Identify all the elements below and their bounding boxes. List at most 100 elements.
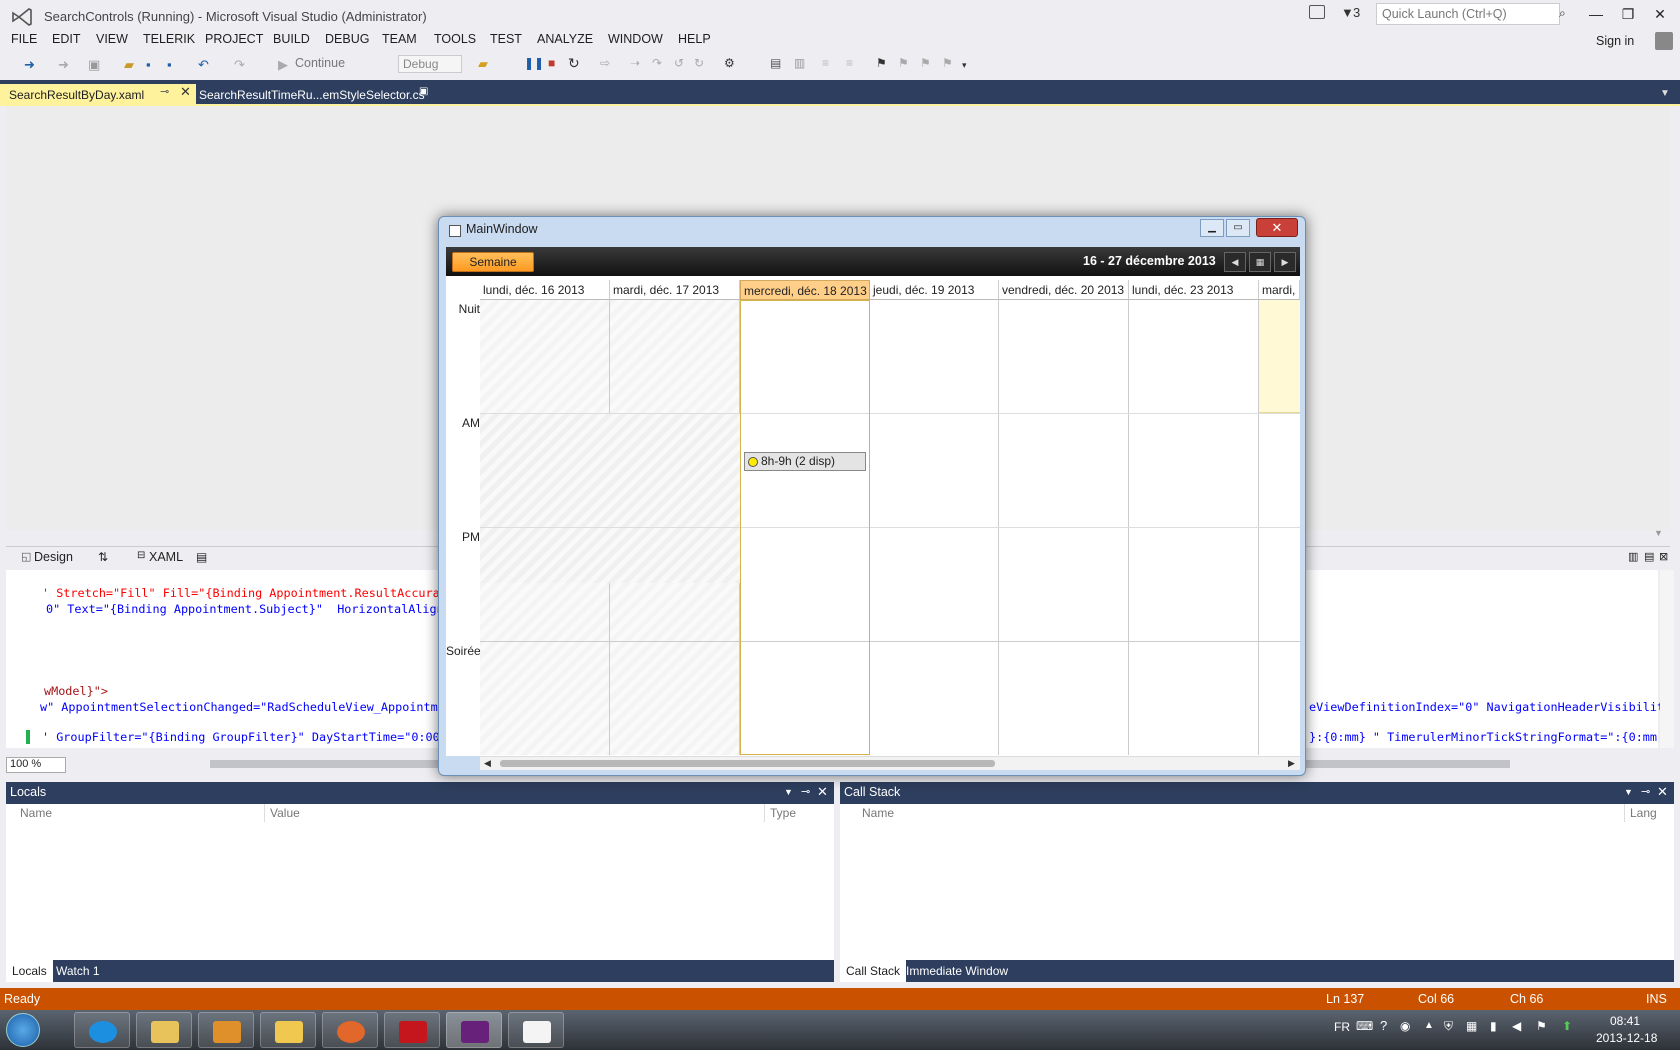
outdent-icon[interactable]: ≡ — [846, 56, 853, 70]
day-header[interactable]: lundi, déc. 23 2013 — [1129, 280, 1259, 300]
menu-project[interactable]: PROJECT — [205, 32, 263, 46]
vertical-split-icon[interactable]: ▥ — [1628, 550, 1638, 563]
day-header[interactable]: mardi, déc. 17 2013 — [610, 280, 740, 300]
previous-period-button[interactable]: ◀ — [1224, 252, 1246, 272]
feedback-filter-icon[interactable]: ▼ — [1341, 5, 1354, 20]
input-language[interactable]: FR — [1334, 1020, 1350, 1034]
appointment[interactable]: 8h-9h (2 disp) — [744, 452, 866, 471]
column-header-lang[interactable]: Lang — [1630, 806, 1657, 820]
day-header[interactable]: mardi, d — [1259, 280, 1300, 300]
help-icon[interactable]: ? — [1380, 1018, 1387, 1033]
menu-edit[interactable]: EDIT — [52, 32, 80, 46]
taskbar-internet-explorer[interactable] — [74, 1012, 130, 1048]
scroll-down-icon[interactable]: ▼ — [1654, 528, 1663, 538]
toolbar-overflow-icon[interactable]: ▾ — [962, 60, 967, 71]
redo-icon[interactable]: ↷ — [234, 56, 245, 74]
menu-team[interactable]: TEAM — [382, 32, 417, 46]
panel-dropdown-icon[interactable]: ▼ — [1624, 787, 1633, 797]
column-divider[interactable] — [764, 804, 765, 822]
tab-watch-1[interactable]: Watch 1 — [50, 960, 106, 982]
hex-display-icon[interactable]: ⚙ — [724, 56, 735, 70]
tab-call-stack[interactable]: Call Stack — [840, 960, 907, 982]
close-panel-icon[interactable]: ✕ — [1657, 784, 1668, 800]
taskbar-outlook[interactable] — [260, 1012, 316, 1048]
pin-icon[interactable]: ⊸ — [1641, 785, 1650, 798]
column-header-type[interactable]: Type — [770, 806, 796, 820]
pause-icon[interactable]: ❚❚ — [524, 56, 544, 70]
menu-window[interactable]: WINDOW — [608, 32, 663, 46]
network-icon[interactable]: ▦ — [1466, 1019, 1477, 1033]
indent-icon[interactable]: ≡ — [822, 56, 829, 70]
next-bookmark-icon[interactable]: ⚑ — [920, 56, 931, 70]
tab-search-result-time-ruler[interactable]: SearchResultTimeRu...emStyleSelector.cs — [199, 84, 425, 104]
close-panel-icon[interactable]: ✕ — [817, 784, 828, 800]
tray-icon[interactable]: ◉ — [1400, 1019, 1410, 1033]
save-icon[interactable]: ▪ — [146, 56, 151, 74]
design-tab[interactable]: Design — [34, 550, 73, 564]
stop-icon[interactable]: ■ — [548, 56, 555, 70]
clock-time[interactable]: 08:41 — [1610, 1014, 1640, 1028]
step-into-icon[interactable]: ➝ — [630, 56, 640, 70]
step-over-icon[interactable]: ↷ — [652, 56, 662, 70]
horizontal-split-icon[interactable]: ▤ — [1644, 550, 1654, 563]
restore-button[interactable]: ❐ — [1614, 3, 1642, 25]
menu-help[interactable]: HELP — [678, 32, 711, 46]
align-icon[interactable]: ▥ — [794, 56, 805, 70]
minimize-button[interactable]: — — [1582, 3, 1610, 25]
format-icon[interactable]: ▤ — [770, 56, 781, 70]
security-icon[interactable]: ⛨ — [1444, 1019, 1453, 1034]
collapse-pane-icon[interactable]: ⊠ — [1659, 550, 1668, 563]
step-back-icon[interactable]: ↻ — [694, 56, 704, 70]
column-header-value[interactable]: Value — [270, 806, 300, 820]
menu-debug[interactable]: DEBUG — [325, 32, 369, 46]
pin-tab-icon[interactable]: ⊸ — [160, 85, 169, 98]
update-icon[interactable]: ⬆ — [1562, 1019, 1572, 1033]
zoom-select[interactable]: 100 % — [6, 757, 66, 773]
search-icon[interactable]: ⌕ — [1559, 6, 1566, 21]
show-hidden-icons[interactable]: ▲ — [1424, 1020, 1434, 1031]
close-tab-icon[interactable]: ✕ — [180, 84, 191, 100]
menu-file[interactable]: FILE — [11, 32, 37, 46]
play-icon[interactable]: ▶ — [278, 56, 288, 74]
menu-build[interactable]: BUILD — [273, 32, 310, 46]
scroll-left-icon[interactable]: ◀ — [484, 758, 491, 769]
step-out-icon[interactable]: ↺ — [674, 56, 684, 70]
menu-tools[interactable]: TOOLS — [434, 32, 476, 46]
pop-out-xaml-icon[interactable]: ▤ — [196, 550, 207, 564]
taskbar-main-window-app[interactable] — [508, 1012, 564, 1048]
undo-icon[interactable]: ↶ — [198, 56, 209, 74]
show-next-statement-icon[interactable]: ⇨ — [600, 56, 610, 70]
process-icon[interactable]: ▰ — [478, 56, 488, 72]
xaml-tab[interactable]: XAML — [149, 550, 183, 564]
week-view-button[interactable]: Semaine — [452, 252, 534, 272]
quick-launch-input[interactable]: Quick Launch (Ctrl+Q) — [1376, 3, 1560, 25]
back-icon[interactable]: ➜ — [24, 56, 35, 74]
column-divider[interactable] — [264, 804, 265, 822]
menu-view[interactable]: VIEW — [96, 32, 128, 46]
start-button-icon[interactable] — [6, 1013, 40, 1047]
menu-telerik[interactable]: TELERIK — [143, 32, 195, 46]
open-file-icon[interactable]: ▰ — [124, 56, 134, 74]
calendar-picker-button[interactable]: ▦ — [1249, 252, 1271, 272]
editor-vertical-scrollbar[interactable] — [1660, 570, 1674, 748]
panel-dropdown-icon[interactable]: ▼ — [784, 787, 793, 797]
scrollbar-thumb[interactable] — [500, 760, 995, 767]
taskbar-visual-studio[interactable] — [446, 1012, 502, 1048]
menu-analyze[interactable]: ANALYZE — [537, 32, 593, 46]
next-period-button[interactable]: ▶ — [1274, 252, 1296, 272]
tab-overflow-icon[interactable]: ▼ — [1660, 88, 1670, 99]
day-header[interactable]: jeudi, déc. 19 2013 — [870, 280, 999, 300]
column-divider[interactable] — [1624, 804, 1625, 822]
clock-date[interactable]: 2013-12-18 — [1596, 1031, 1657, 1045]
taskbar-acrobat[interactable] — [384, 1012, 440, 1048]
tab-immediate-window[interactable]: Immediate Window — [900, 960, 1014, 982]
taskbar-firefox[interactable] — [322, 1012, 378, 1048]
taskbar-media-player[interactable] — [198, 1012, 254, 1048]
scroll-right-icon[interactable]: ▶ — [1288, 758, 1295, 769]
column-header-name[interactable]: Name — [862, 806, 894, 820]
keyboard-icon[interactable]: ⌨ — [1356, 1019, 1373, 1033]
action-center-icon[interactable]: ⚑ — [1536, 1019, 1547, 1033]
pin-icon[interactable]: ⊸ — [801, 785, 810, 798]
column-header-name[interactable]: Name — [20, 806, 52, 820]
taskbar-file-explorer[interactable] — [136, 1012, 192, 1048]
